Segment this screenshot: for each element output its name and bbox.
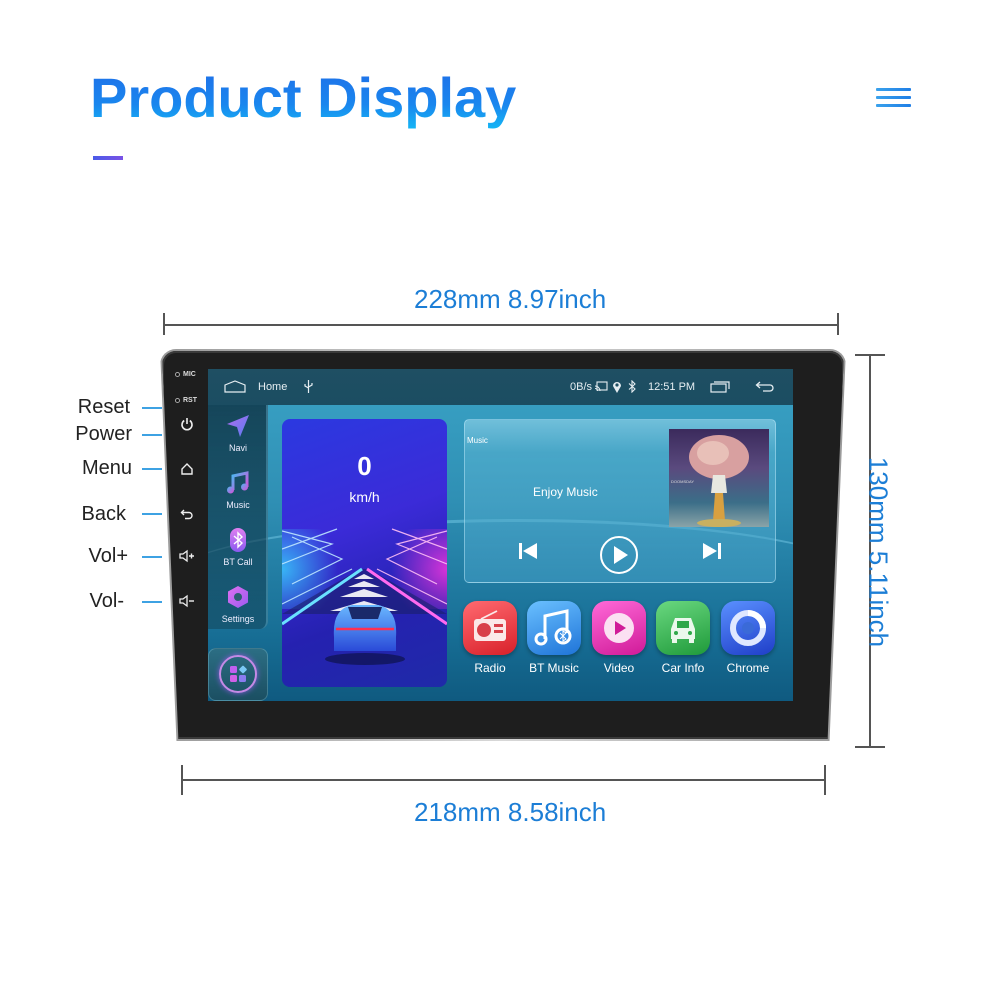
volume-up-button[interactable] (177, 549, 197, 566)
music-widget[interactable]: Music Enjoy Music DOOMSDAY (464, 419, 776, 583)
title-underline (93, 156, 123, 160)
callout-line-vol-down (142, 601, 162, 603)
app-grid-icon (230, 665, 247, 682)
song-title: Enjoy Music (533, 485, 598, 499)
app-label-car-info: Car Info (661, 661, 705, 675)
home-outline-icon[interactable] (224, 380, 246, 393)
bottom-dimension-tick-left (181, 765, 183, 795)
speedometer-widget[interactable]: 0 km/h (282, 419, 447, 687)
dock-label-navi: Navi (228, 443, 247, 453)
back-icon (180, 509, 193, 520)
music-widget-title: Music (467, 436, 488, 445)
mic-hole (175, 372, 180, 377)
callout-reset: Reset (77, 396, 130, 418)
top-dimension-line (163, 324, 839, 326)
home-label: Home (258, 381, 288, 393)
play-icon (600, 536, 638, 574)
dock-label-bt-call: BT Call (223, 557, 253, 567)
bluetooth-status-icon (628, 380, 636, 393)
callout-line-reset (142, 407, 162, 409)
speed-value: 0 (357, 451, 372, 481)
callout-line-vol-up (142, 556, 162, 558)
clock: 12:51 PM (648, 381, 696, 393)
callout-line-power (142, 434, 162, 436)
video-icon (592, 601, 646, 655)
hamburger-menu-icon[interactable] (876, 86, 912, 110)
app-label-bt-music: BT Music (529, 661, 579, 675)
callout-line-back (142, 513, 162, 515)
dock-label-settings: Settings (221, 614, 255, 624)
app-car-info[interactable]: Car Info (655, 601, 711, 675)
power-icon (181, 418, 193, 431)
top-width-label: 228mm 8.97inch (414, 284, 607, 314)
dock-item-navi[interactable]: Navi (208, 413, 268, 453)
callout-power: Power (75, 423, 132, 445)
bottom-dimension-tick-right (824, 765, 826, 795)
reset-pinhole[interactable] (175, 398, 180, 403)
recent-apps-icon[interactable] (710, 380, 730, 393)
car-info-icon (656, 601, 710, 655)
music-note-icon (227, 471, 249, 494)
side-dock: Navi Music BT Call Settings (208, 405, 268, 629)
speed-unit: km/h (349, 489, 380, 505)
dock-item-settings[interactable]: Settings (208, 584, 268, 624)
all-apps-button[interactable] (208, 648, 268, 701)
play-button[interactable] (599, 535, 639, 580)
home-icon (181, 463, 193, 475)
next-track-button[interactable] (701, 540, 723, 567)
height-label: 130mm 5.11inch (863, 456, 894, 648)
navigation-icon (227, 415, 249, 437)
cast-icon (595, 381, 608, 392)
app-radio[interactable]: Radio (462, 601, 518, 675)
height-dimension-tick-bottom (855, 746, 885, 748)
status-bar: Home 0B/s 12:51 PM (208, 369, 793, 405)
volume-up-icon (179, 549, 194, 563)
album-art: DOOMSDAY (669, 429, 769, 527)
page-title: Product Display (90, 66, 517, 129)
rst-label: RST (183, 397, 197, 404)
power-button[interactable] (177, 417, 197, 434)
app-label-radio: Radio (474, 661, 506, 675)
chrome-icon (721, 601, 775, 655)
app-label-chrome: Chrome (726, 661, 770, 675)
menu-button[interactable] (177, 462, 197, 479)
height-dimension-tick-top (855, 354, 885, 356)
callout-back: Back (81, 503, 126, 525)
dock-item-bt-call[interactable]: BT Call (208, 527, 268, 567)
previous-track-button[interactable] (517, 540, 539, 567)
mic-label: MIC (183, 371, 196, 378)
app-label-video: Video (603, 661, 635, 675)
bt-music-icon (527, 601, 581, 655)
settings-icon (228, 586, 248, 608)
android-screen: Home 0B/s 12:51 PM Navi Music BT Call Se… (208, 369, 793, 701)
callout-vol-down: Vol- (89, 590, 124, 612)
skip-previous-icon (519, 543, 537, 559)
app-video[interactable]: Video (591, 601, 647, 675)
usb-icon (304, 380, 313, 393)
location-pin-icon (613, 382, 621, 393)
album-text: DOOMSDAY (671, 479, 694, 484)
callout-vol-up: Vol+ (88, 545, 128, 567)
top-dimension-tick-left (163, 313, 165, 335)
bottom-dimension-line (181, 779, 826, 781)
bluetooth-icon (230, 528, 246, 552)
app-chrome[interactable]: Chrome (720, 601, 776, 675)
volume-down-button[interactable] (177, 594, 197, 611)
back-nav-icon[interactable] (755, 380, 775, 393)
top-dimension-tick-right (837, 313, 839, 335)
callout-line-menu (142, 468, 162, 470)
callout-menu: Menu (81, 457, 132, 479)
app-bt-music[interactable]: BT Music (526, 601, 582, 675)
back-button[interactable] (177, 507, 197, 524)
skip-next-icon (703, 543, 721, 559)
dock-label-music: Music (226, 500, 250, 510)
dock-item-music[interactable]: Music (208, 470, 268, 510)
bottom-width-label: 218mm 8.58inch (414, 797, 607, 827)
network-speed: 0B/s (570, 381, 593, 393)
volume-down-icon (179, 594, 194, 608)
radio-icon (463, 601, 517, 655)
